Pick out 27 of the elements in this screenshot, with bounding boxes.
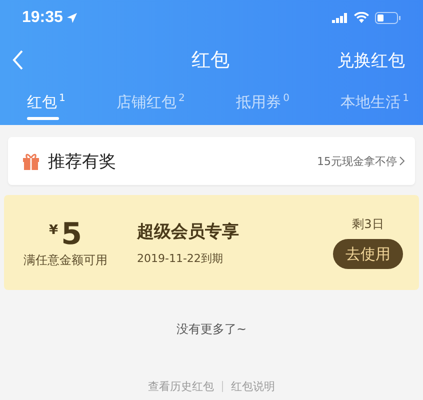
back-icon[interactable] (12, 50, 24, 70)
footer-link[interactable]: 红包说明 (231, 379, 275, 394)
tab[interactable]: 红包$^{1}$ (27, 85, 66, 125)
signal-icon (332, 12, 348, 22)
tab[interactable]: 抵用券$^{0}$ (236, 85, 290, 125)
currency-sign: ¥ (49, 222, 58, 238)
status-time: 19:35 (22, 8, 63, 26)
referral-note: 15元现金拿不停 (317, 154, 397, 168)
footer-link[interactable]: 查看历史红包 (148, 379, 214, 394)
coupon-expiry: 2019-11-22到期 (137, 250, 224, 266)
wifi-icon (354, 12, 369, 23)
referral-title: 推荐有奖 (48, 150, 116, 172)
chevron-right-icon (399, 156, 405, 166)
end-of-list-text: 没有更多了~ (176, 322, 247, 336)
tab[interactable]: 本地生活$^{1}$ (340, 85, 409, 125)
days-remaining: 剩3日 (352, 216, 384, 233)
coupon-title: 超级会员专享 (137, 220, 240, 242)
tab[interactable]: 店铺红包$^{2}$ (116, 85, 185, 125)
coupon-amount: 5 (61, 216, 82, 252)
location-arrow-icon (66, 12, 77, 22)
page-title: 红包 (192, 48, 230, 73)
gift-icon (22, 152, 40, 170)
referral-card[interactable]: 推荐有奖 15元现金拿不停 (8, 137, 415, 185)
redeem-link[interactable]: 兑换红包 (337, 48, 405, 72)
use-button[interactable]: 去使用 (333, 239, 403, 269)
battery-icon (375, 12, 401, 24)
coupon-condition: 满任意金额可用 (24, 252, 108, 268)
